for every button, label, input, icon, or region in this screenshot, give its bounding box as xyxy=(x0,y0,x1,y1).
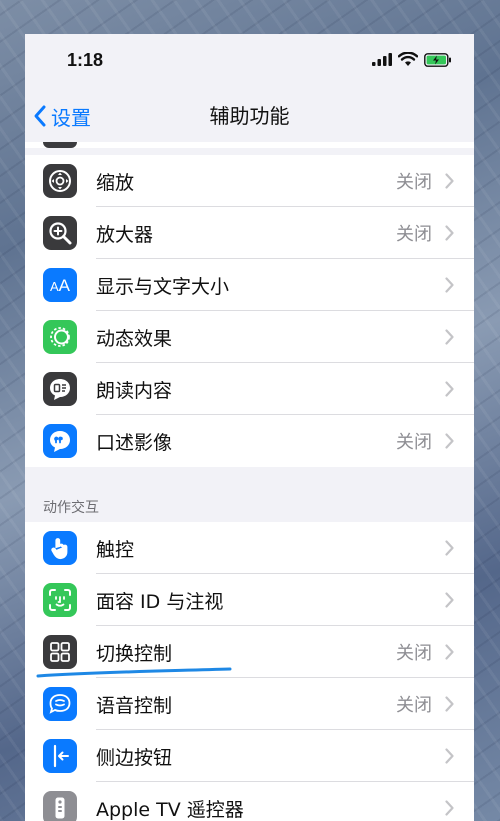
chevron-right-icon xyxy=(445,225,454,241)
status-icons xyxy=(372,52,452,67)
row-label: 语音控制 xyxy=(96,694,173,717)
row-value: 关闭 xyxy=(396,695,432,716)
row-label: Apple TV 遥控器 xyxy=(96,798,244,821)
row-apple-tv-remote[interactable]: Apple TV 遥控器 xyxy=(25,782,474,821)
voiceover-icon-partial xyxy=(43,142,77,148)
row-zoom[interactable]: 缩放 关闭 xyxy=(25,155,474,207)
row-spoken-content[interactable]: 朗读内容 xyxy=(25,363,474,415)
back-button[interactable]: 设置 xyxy=(33,90,91,142)
text-size-icon: AA xyxy=(43,268,77,302)
chevron-right-icon xyxy=(445,800,454,816)
row-label: 显示与文字大小 xyxy=(96,275,230,298)
row-label: 面容 ID 与注视 xyxy=(96,590,224,613)
row-touch[interactable]: 触控 xyxy=(25,522,474,574)
vision-settings-group: 缩放 关闭 放大器 关闭 AA 显示与文字大小 动态效果 朗读内容 口述影像 关… xyxy=(25,155,474,467)
face-id-icon xyxy=(43,583,77,617)
switch-control-icon xyxy=(43,635,77,669)
interaction-settings-group: 触控 面容 ID 与注视 切换控制 关闭 语音控制 关闭 侧边按钮 Apple … xyxy=(25,522,474,821)
row-value: 关闭 xyxy=(396,432,432,453)
row-label: 朗读内容 xyxy=(96,379,173,402)
back-button-label: 设置 xyxy=(51,105,91,130)
row-motion[interactable]: 动态效果 xyxy=(25,311,474,363)
spoken-content-icon xyxy=(43,372,77,406)
chevron-right-icon xyxy=(445,592,454,608)
row-label: 切换控制 xyxy=(96,642,173,665)
chevron-right-icon xyxy=(445,644,454,660)
wifi-icon xyxy=(398,52,418,66)
row-label: 口述影像 xyxy=(96,431,173,454)
partial-list-item xyxy=(25,142,474,148)
row-switch-control[interactable]: 切换控制 关闭 xyxy=(25,626,474,678)
row-value: 关闭 xyxy=(396,172,432,193)
chevron-right-icon xyxy=(445,540,454,556)
row-value: 关闭 xyxy=(396,224,432,245)
chevron-right-icon xyxy=(445,173,454,189)
row-label: 触控 xyxy=(96,538,135,561)
row-label: 缩放 xyxy=(96,171,135,194)
tv-remote-icon xyxy=(43,791,77,821)
row-magnifier[interactable]: 放大器 关闭 xyxy=(25,207,474,259)
motion-icon xyxy=(43,320,77,354)
chevron-left-icon xyxy=(34,105,46,127)
cellular-signal-icon xyxy=(372,53,392,66)
section-header-interaction: 动作交互 xyxy=(43,500,99,516)
row-label: 放大器 xyxy=(96,223,154,246)
page-title: 辅助功能 xyxy=(209,104,290,128)
audio-description-icon xyxy=(43,424,77,458)
status-bar: 1:18 xyxy=(25,34,474,90)
side-button-icon xyxy=(43,739,77,773)
phone-screen: 1:18 辅助功能 设置 缩放 关闭 放大器 关闭 AA 显示与文字大小 动态效… xyxy=(25,34,474,821)
chevron-right-icon xyxy=(445,433,454,449)
magnifier-icon xyxy=(43,216,77,250)
row-label: 动态效果 xyxy=(96,327,173,350)
navigation-bar: 辅助功能 设置 xyxy=(25,90,474,142)
chevron-right-icon xyxy=(445,277,454,293)
row-side-button[interactable]: 侧边按钮 xyxy=(25,730,474,782)
row-audio-description[interactable]: 口述影像 关闭 xyxy=(25,415,474,467)
voice-control-icon xyxy=(43,687,77,721)
chevron-right-icon xyxy=(445,381,454,397)
row-face-id-attention[interactable]: 面容 ID 与注视 xyxy=(25,574,474,626)
chevron-right-icon xyxy=(445,748,454,764)
chevron-right-icon xyxy=(445,329,454,345)
row-voice-control[interactable]: 语音控制 关闭 xyxy=(25,678,474,730)
zoom-icon xyxy=(43,164,77,198)
row-display-text-size[interactable]: AA 显示与文字大小 xyxy=(25,259,474,311)
row-value: 关闭 xyxy=(396,643,432,664)
row-label: 侧边按钮 xyxy=(96,746,173,769)
touch-icon xyxy=(43,531,77,565)
chevron-right-icon xyxy=(445,696,454,712)
battery-charging-icon xyxy=(424,52,451,67)
status-time: 1:18 xyxy=(67,50,104,70)
